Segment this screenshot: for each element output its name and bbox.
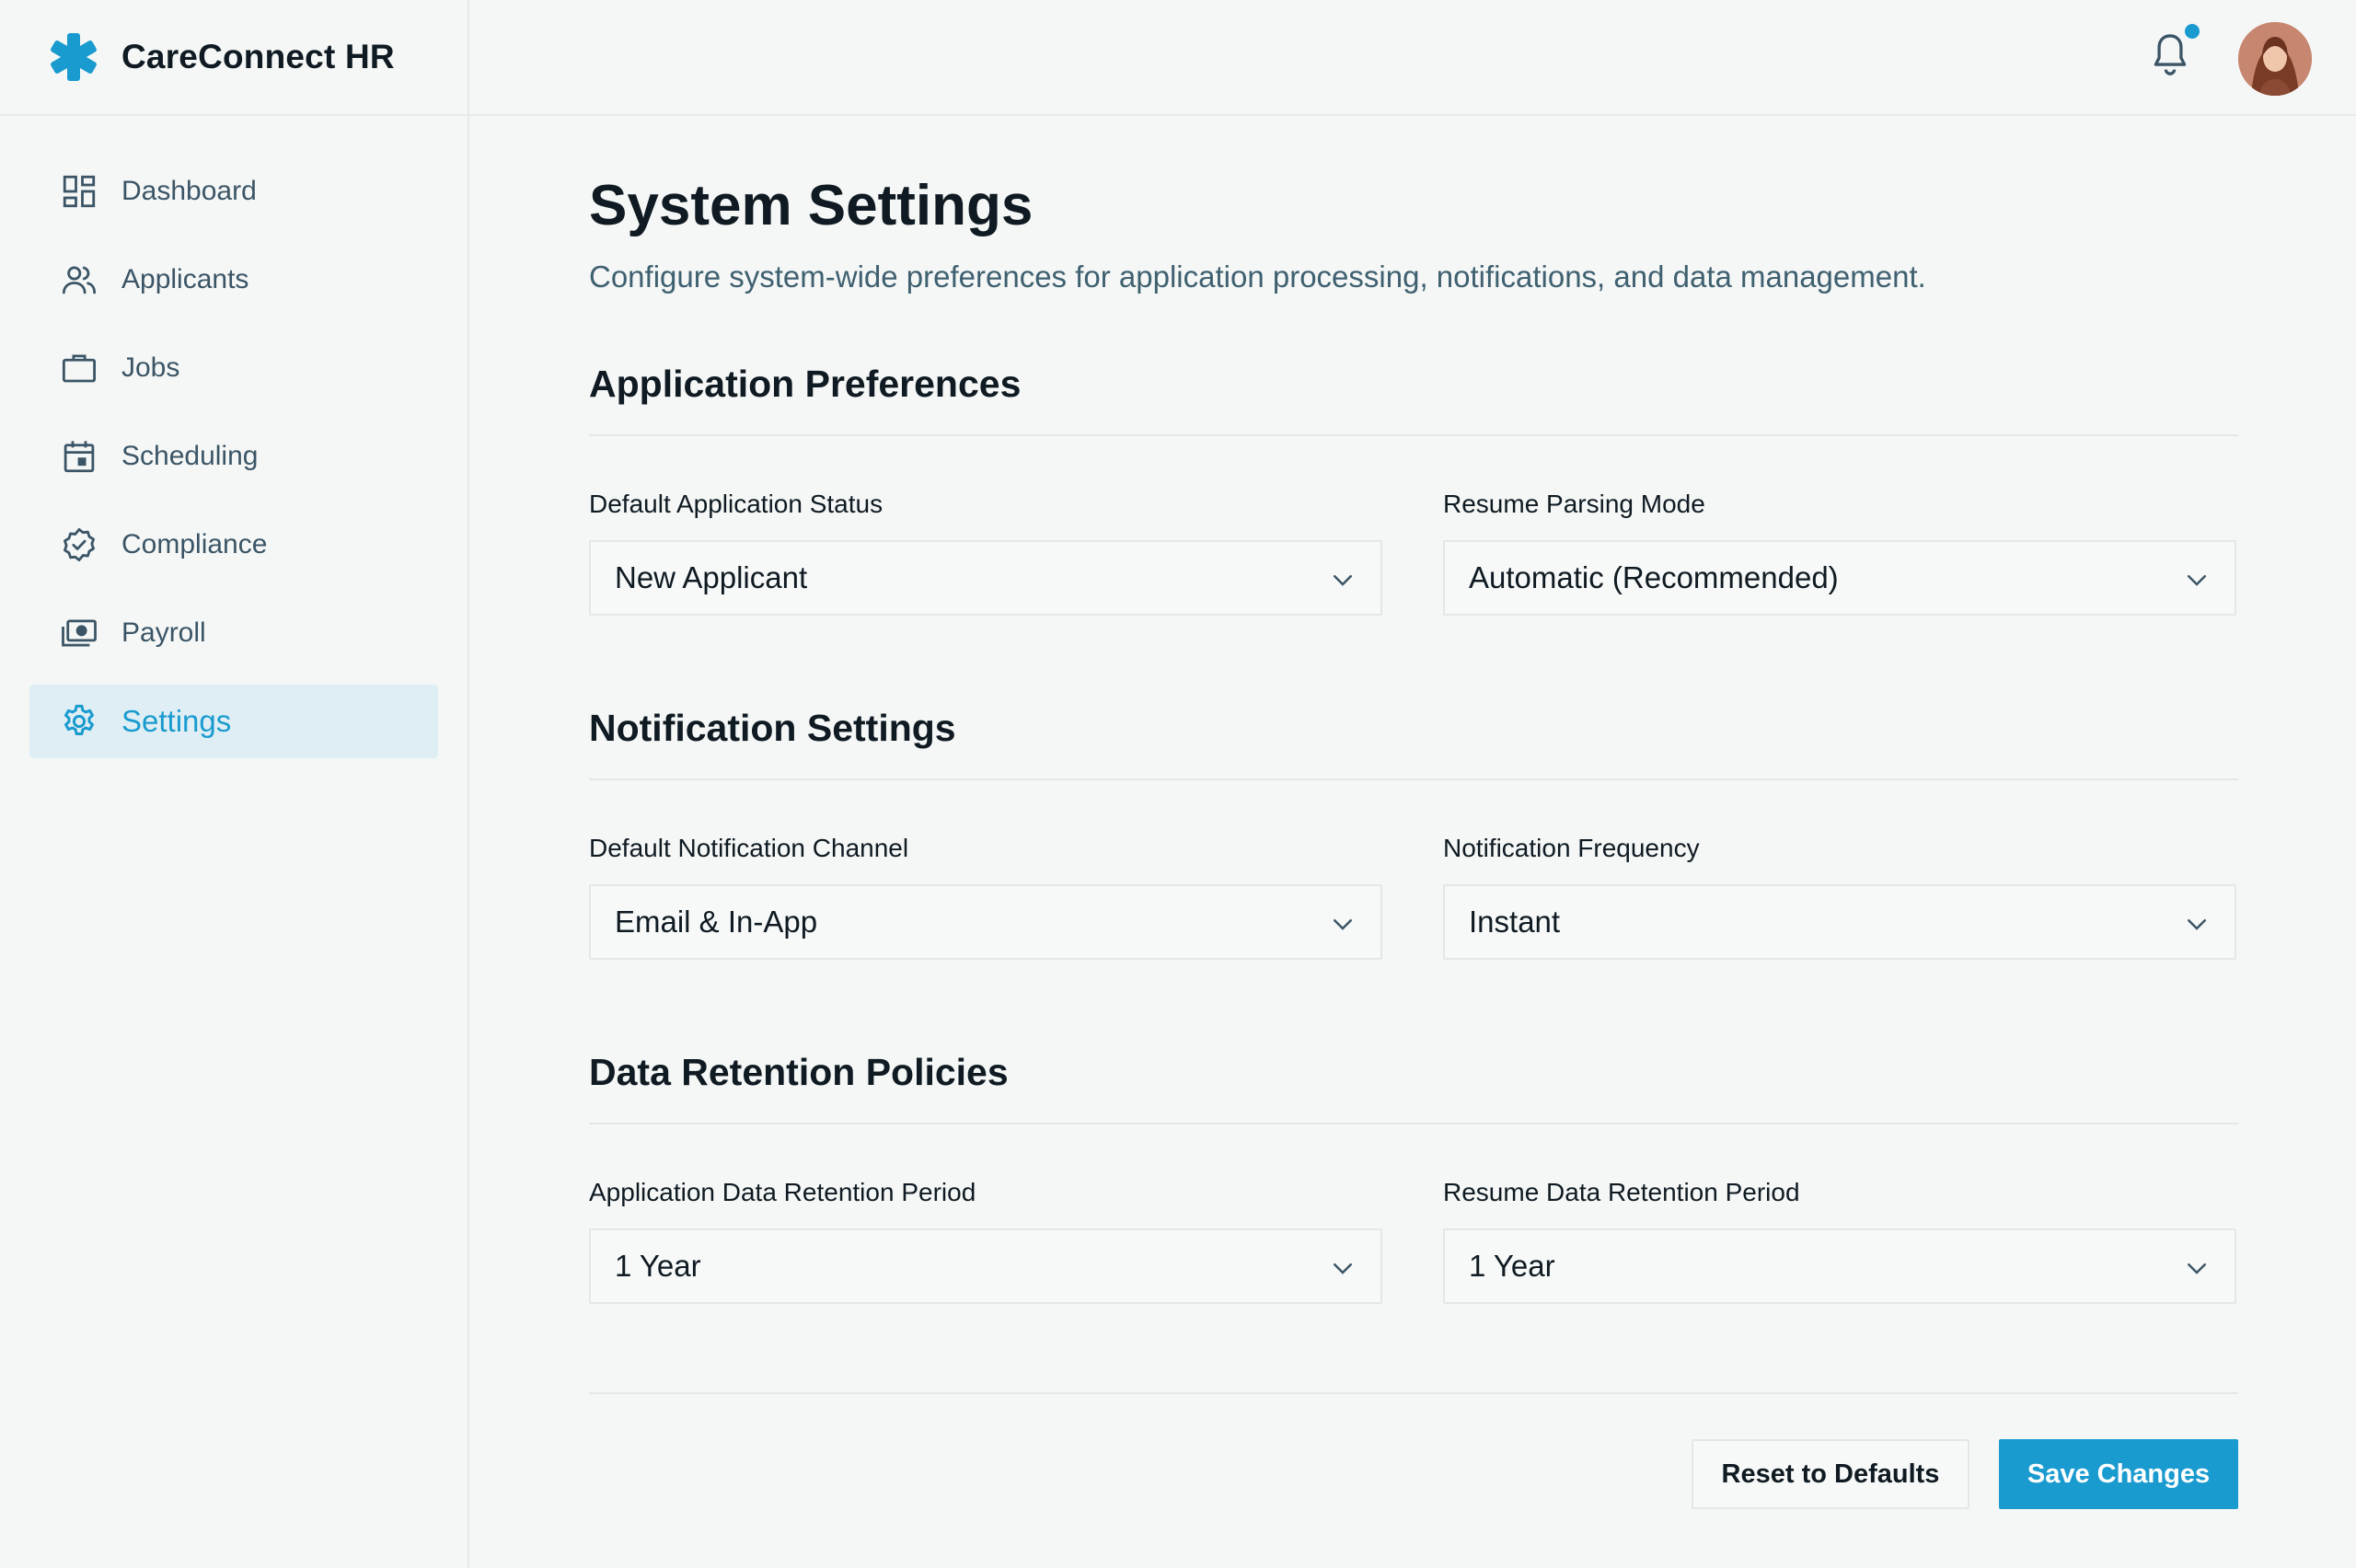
brand-name: CareConnect HR [121, 38, 395, 75]
section-divider [589, 1123, 2238, 1124]
sidebar: CareConnect HR Dashboard Applicants Jobs… [0, 0, 469, 1568]
application-data-retention-select[interactable]: 1 Year [589, 1228, 1382, 1304]
field-label-resume-parsing-mode: Resume Parsing Mode [1443, 490, 1705, 518]
section-title-notification-settings: Notification Settings [589, 707, 956, 749]
field-label-application-data-retention-period: Application Data Retention Period [589, 1178, 976, 1206]
footer-divider [589, 1392, 2238, 1394]
sidebar-item-compliance[interactable]: Compliance [29, 508, 438, 582]
field-label-default-application-status: Default Application Status [589, 490, 884, 518]
section-divider [589, 778, 2238, 780]
field-label-resume-data-retention-period: Resume Data Retention Period [1443, 1178, 1800, 1206]
sidebar-item-label: Applicants [121, 264, 249, 294]
notification-frequency-select[interactable]: Instant [1443, 884, 2236, 960]
select-value: New Applicant [615, 560, 808, 594]
select-value: 1 Year [1469, 1249, 1555, 1283]
badge-check-icon [59, 525, 99, 565]
default-notification-channel-select[interactable]: Email & In-App [589, 884, 1382, 960]
save-changes-button[interactable]: Save Changes [1999, 1439, 2238, 1509]
select-value: Automatic (Recommended) [1469, 560, 1839, 594]
top-bar [469, 0, 2356, 116]
dashboard-icon [59, 171, 99, 212]
gear-icon [59, 701, 99, 742]
sidebar-item-scheduling[interactable]: Scheduling [29, 420, 438, 493]
sidebar-item-label: Payroll [121, 617, 206, 648]
sidebar-item-label: Scheduling [121, 441, 259, 471]
bell-icon[interactable] [2150, 29, 2190, 81]
page-subtitle: Configure system-wide preferences for ap… [589, 259, 1926, 294]
briefcase-icon [59, 348, 99, 388]
sidebar-item-payroll[interactable]: Payroll [29, 596, 438, 670]
notification-badge [2185, 24, 2200, 39]
section-title-data-retention-policies: Data Retention Policies [589, 1051, 1009, 1093]
calendar-icon [59, 436, 99, 477]
page-title: System Settings [589, 174, 1034, 237]
users-icon [59, 259, 99, 300]
chevron-down-icon [1334, 1263, 1352, 1274]
section-title-application-preferences: Application Preferences [589, 363, 1022, 405]
select-value: Email & In-App [615, 905, 818, 939]
sidebar-item-label: Dashboard [121, 176, 257, 206]
sidebar-item-settings[interactable]: Settings [29, 685, 438, 758]
chevron-down-icon [2188, 919, 2206, 930]
resume-data-retention-select[interactable]: 1 Year [1443, 1228, 2236, 1304]
select-value: 1 Year [615, 1249, 701, 1283]
cash-icon [59, 613, 99, 653]
user-avatar[interactable] [2238, 22, 2312, 96]
chevron-down-icon [2188, 1263, 2206, 1274]
chevron-down-icon [1334, 575, 1352, 586]
sidebar-nav: Dashboard Applicants Jobs Scheduling Com… [0, 116, 468, 758]
section-divider [589, 434, 2238, 436]
select-value: Instant [1469, 905, 1561, 939]
sidebar-item-jobs[interactable]: Jobs [29, 331, 438, 405]
chevron-down-icon [2188, 575, 2206, 586]
sidebar-item-label: Jobs [121, 352, 180, 383]
sidebar-item-dashboard[interactable]: Dashboard [29, 155, 438, 228]
field-label-notification-frequency: Notification Frequency [1443, 834, 1700, 862]
default-application-status-select[interactable]: New Applicant [589, 540, 1382, 616]
brand[interactable]: CareConnect HR [0, 0, 468, 116]
chevron-down-icon [1334, 919, 1352, 930]
sidebar-item-label: Compliance [121, 529, 268, 559]
asterisk-icon [51, 33, 97, 81]
sidebar-item-applicants[interactable]: Applicants [29, 243, 438, 317]
sidebar-item-label: Settings [121, 704, 232, 738]
field-label-default-notification-channel: Default Notification Channel [589, 834, 909, 862]
resume-parsing-mode-select[interactable]: Automatic (Recommended) [1443, 540, 2236, 616]
reset-to-defaults-button[interactable]: Reset to Defaults [1692, 1439, 1969, 1509]
